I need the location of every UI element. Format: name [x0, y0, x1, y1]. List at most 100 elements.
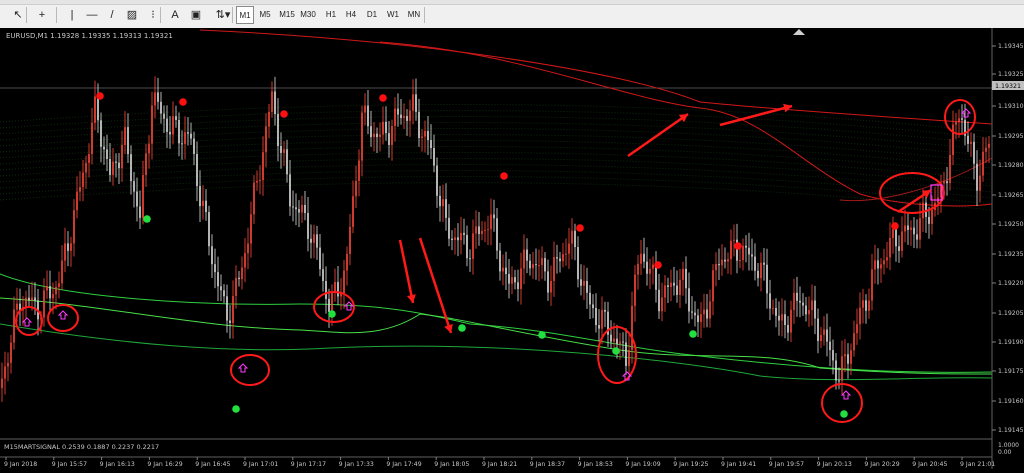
chart-window[interactable]: EURUSD,M1 1.19328 1.19335 1.19313 1.1932… [0, 28, 1024, 469]
candle-body [13, 309, 15, 343]
candle-body [970, 141, 972, 144]
candle-body [289, 174, 291, 207]
time-label: 9 Jan 18:05 [434, 461, 469, 468]
candle-body [172, 116, 174, 135]
candle-body [688, 288, 690, 312]
timeframe-h4-button[interactable]: H4 [342, 6, 360, 24]
buy-signal-dot [840, 410, 848, 418]
candle-body [973, 141, 975, 164]
candle-body [325, 280, 327, 299]
candle-body [721, 259, 723, 266]
candle-body [886, 257, 888, 261]
text-label-icon[interactable]: ▣ [188, 6, 204, 24]
buy-signal-dot [143, 215, 151, 223]
candle-body [910, 227, 912, 230]
price-label: 1.19250 [998, 221, 1024, 228]
trendline-icon[interactable]: / [104, 6, 120, 24]
candle-body [331, 292, 333, 312]
candle-body [829, 341, 831, 351]
candle-body [271, 91, 273, 112]
cursor-icon[interactable]: ↖ [10, 6, 26, 24]
price-label: 1.19190 [998, 339, 1024, 346]
candle-body [184, 132, 186, 145]
candle-body [64, 243, 66, 261]
timeframe-m1-button[interactable]: M1 [236, 6, 254, 24]
candle-body [313, 234, 315, 243]
candle-body [10, 342, 12, 363]
candle-body [28, 297, 30, 301]
candle-body [454, 237, 456, 241]
time-label: 9 Jan 2018 [4, 461, 37, 468]
candle-body [430, 140, 432, 149]
candle-body [4, 366, 6, 379]
candle-body [97, 96, 99, 121]
candle-body [490, 214, 492, 230]
candle-body [862, 300, 864, 308]
candle-body [364, 105, 366, 113]
candle-body [412, 94, 414, 111]
current-price-label: 1.19321 [995, 83, 1021, 90]
crosshair-icon[interactable]: + [34, 6, 50, 24]
timeframe-m30-button[interactable]: M30 [298, 6, 318, 24]
candle-body [145, 153, 147, 176]
candle-body [643, 253, 645, 262]
candle-body [895, 229, 897, 247]
candle-body [277, 114, 279, 147]
timeframe-m15-button[interactable]: M15 [277, 6, 297, 24]
candle-body [649, 268, 651, 274]
timeframe-m5-button[interactable]: M5 [256, 6, 274, 24]
candle-body [505, 267, 507, 274]
fibonacci-icon[interactable]: ⁝ [145, 6, 161, 24]
candle-body [409, 110, 411, 121]
equidistant-channel-icon[interactable]: ▨ [124, 6, 140, 24]
candle-body [316, 234, 318, 248]
text-icon[interactable]: A [167, 6, 183, 24]
candle-body [448, 217, 450, 239]
candle-body [514, 277, 516, 283]
sell-signal-dot [576, 224, 584, 232]
price-chart[interactable]: EURUSD,M1 1.19328 1.19335 1.19313 1.1932… [0, 28, 1024, 469]
candle-body [451, 238, 453, 241]
candle-body [658, 289, 660, 312]
candle-body [952, 124, 954, 156]
timeframe-h1-button[interactable]: H1 [322, 6, 340, 24]
candle-body [817, 318, 819, 341]
candle-body [358, 160, 360, 181]
candle-body [403, 116, 405, 118]
candle-body [130, 154, 132, 182]
candle-body [385, 121, 387, 134]
candle-body [175, 116, 177, 120]
candle-body [652, 264, 654, 269]
candle-body [484, 229, 486, 231]
candle-body [256, 181, 258, 183]
candle-body [667, 285, 669, 287]
sell-signal-dot [179, 98, 187, 106]
toolbar-separator [232, 7, 233, 23]
price-label: 1.19310 [998, 103, 1024, 110]
candle-body [757, 270, 759, 279]
candle-body [919, 218, 921, 240]
horizontal-line-icon[interactable]: — [84, 6, 100, 24]
toolbar-separator [26, 7, 27, 23]
candle-body [916, 234, 918, 240]
candle-body [535, 264, 537, 266]
candle-body [58, 283, 60, 287]
candle-body [268, 111, 270, 127]
candle-body [610, 334, 612, 342]
candle-body [604, 309, 606, 312]
vertical-line-icon[interactable]: | [64, 6, 80, 24]
candle-body [424, 130, 426, 137]
timeframe-w1-button[interactable]: W1 [384, 6, 402, 24]
candle-body [478, 226, 480, 235]
price-label: 1.19175 [998, 368, 1024, 375]
candle-body [889, 238, 891, 258]
timeframe-mn-button[interactable]: MN [405, 6, 423, 24]
candle-body [943, 181, 945, 184]
candle-body [25, 297, 27, 307]
candle-body [724, 259, 726, 262]
timeframe-d1-button[interactable]: D1 [363, 6, 381, 24]
candle-body [46, 286, 48, 291]
candle-body [463, 232, 465, 235]
candle-body [283, 149, 285, 153]
arrows-icon[interactable]: ⇅▾ [212, 6, 234, 24]
